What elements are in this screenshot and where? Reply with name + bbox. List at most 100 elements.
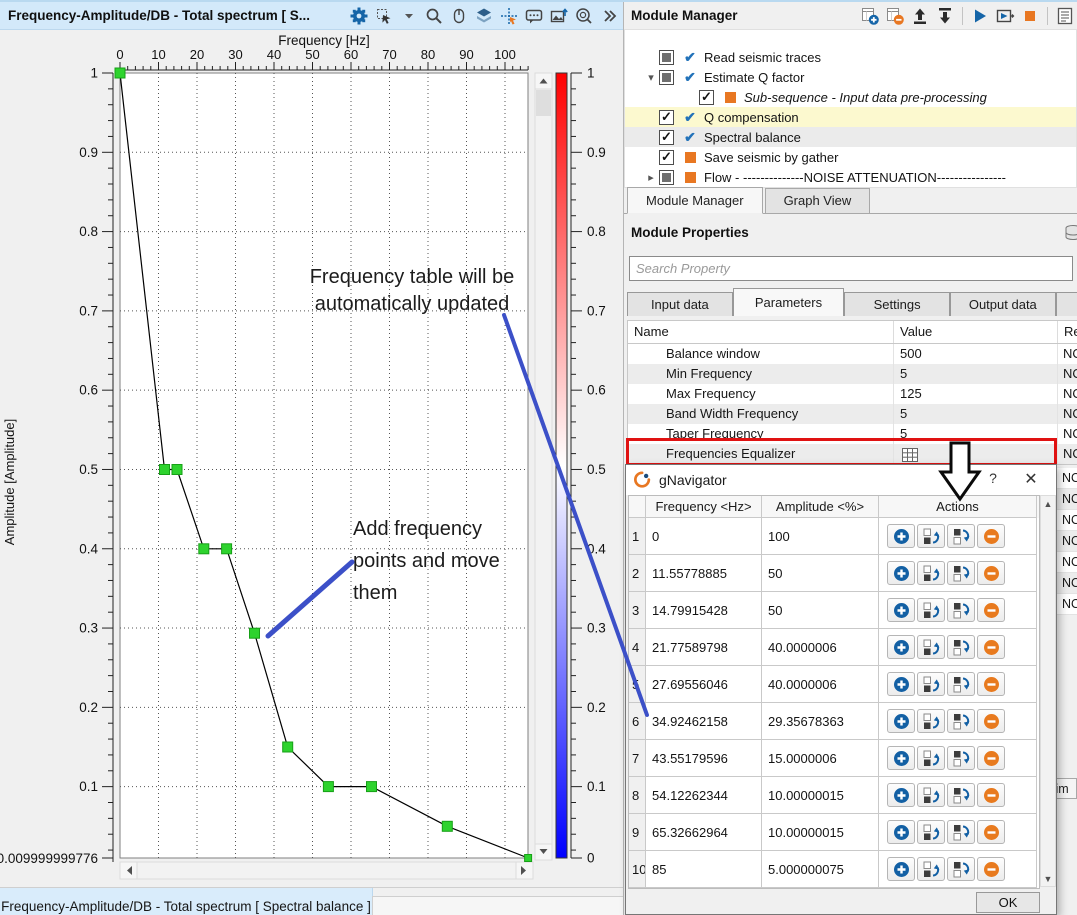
- move-row-down-button[interactable]: [947, 820, 975, 844]
- amplitude-cell[interactable]: 15.0000006: [762, 740, 879, 777]
- move-row-down-button[interactable]: [947, 709, 975, 733]
- add-row-button[interactable]: [887, 672, 915, 696]
- add-row-button[interactable]: [887, 524, 915, 548]
- delete-row-button[interactable]: [977, 635, 1005, 659]
- parameter-value[interactable]: 125: [894, 384, 1058, 404]
- frequency-point-marker[interactable]: [222, 544, 232, 554]
- stop-icon[interactable]: [1020, 6, 1040, 26]
- tree-expander-icon[interactable]: ▾: [643, 71, 659, 84]
- move-row-down-button[interactable]: [947, 635, 975, 659]
- parameter-row[interactable]: Band Width Frequency 5NO: [628, 404, 1077, 424]
- ok-button[interactable]: OK: [976, 892, 1040, 913]
- module-tree-item[interactable]: ▸Flow - --------------NOISE ATTENUATION-…: [625, 167, 1076, 187]
- select-region-icon[interactable]: [374, 6, 394, 26]
- delete-row-button[interactable]: [977, 524, 1005, 548]
- amplitude-cell[interactable]: 10.00000015: [762, 777, 879, 814]
- tab-graph-view[interactable]: Graph View: [765, 188, 871, 213]
- scroll-up-icon[interactable]: ▲: [1041, 496, 1055, 511]
- run-icon[interactable]: [970, 6, 990, 26]
- module-enabled-checkbox[interactable]: [659, 70, 674, 85]
- frequency-point-marker[interactable]: [367, 782, 377, 792]
- parameter-row[interactable]: Balance window 500NO: [628, 344, 1077, 364]
- overflow-chevron-icon[interactable]: [599, 6, 619, 26]
- module-tree-item[interactable]: ✔Q compensation: [625, 107, 1076, 127]
- move-row-up-button[interactable]: [917, 635, 945, 659]
- crosshair-icon[interactable]: [499, 6, 519, 26]
- module-enabled-checkbox[interactable]: [659, 50, 674, 65]
- run-flow-icon[interactable]: [995, 6, 1015, 26]
- frequency-point-marker[interactable]: [160, 465, 170, 475]
- move-row-up-button[interactable]: [917, 672, 945, 696]
- frequency-cell[interactable]: 14.79915428: [646, 592, 762, 629]
- module-tree-item[interactable]: ✔Spectral balance: [625, 127, 1076, 147]
- frequency-point-marker[interactable]: [250, 628, 260, 638]
- frequency-point-marker[interactable]: [172, 465, 182, 475]
- parameter-value[interactable]: 5: [894, 424, 1058, 444]
- frequency-cell[interactable]: 27.69556046: [646, 666, 762, 703]
- tab-output-data[interactable]: Output data: [950, 292, 1056, 316]
- column-header[interactable]: Re: [1058, 321, 1077, 343]
- column-header[interactable]: Actions: [879, 496, 1037, 518]
- amplitude-cell[interactable]: 40.0000006: [762, 629, 879, 666]
- add-module-icon[interactable]: [860, 6, 880, 26]
- scroll-down-icon[interactable]: ▼: [1041, 871, 1055, 886]
- gear-icon[interactable]: [349, 6, 369, 26]
- delete-row-button[interactable]: [977, 820, 1005, 844]
- add-row-button[interactable]: [887, 820, 915, 844]
- spectrum-bottom-tab[interactable]: Frequency-Amplitude/DB - Total spectrum …: [0, 888, 373, 915]
- tab-parameters[interactable]: Parameters: [733, 288, 845, 316]
- parameter-row[interactable]: Frequencies EqualizerNO: [628, 444, 1077, 464]
- add-row-button[interactable]: [887, 783, 915, 807]
- parameter-row[interactable]: Min Frequency 5NO: [628, 364, 1077, 384]
- module-enabled-checkbox[interactable]: [659, 110, 674, 125]
- move-row-down-button[interactable]: [947, 598, 975, 622]
- move-row-up-button[interactable]: [917, 820, 945, 844]
- export-image-icon[interactable]: [549, 6, 569, 26]
- frequency-point-marker[interactable]: [323, 782, 333, 792]
- gnavigator-titlebar[interactable]: gNavigator ? ✕: [626, 465, 1056, 495]
- frequency-point-marker[interactable]: [525, 855, 532, 862]
- database-icon[interactable]: [1063, 223, 1077, 243]
- add-row-button[interactable]: [887, 598, 915, 622]
- parameter-value[interactable]: 500: [894, 344, 1058, 364]
- module-tree-item[interactable]: Save seismic by gather: [625, 147, 1076, 167]
- zoom-icon[interactable]: [424, 6, 444, 26]
- amplitude-cell[interactable]: 100: [762, 518, 879, 555]
- add-row-button[interactable]: [887, 709, 915, 733]
- frequency-point-marker[interactable]: [199, 544, 209, 554]
- move-row-up-button[interactable]: [917, 598, 945, 622]
- parameter-value[interactable]: 5: [894, 404, 1058, 424]
- tab-input-data[interactable]: Input data: [627, 292, 733, 316]
- report-icon[interactable]: [1055, 6, 1075, 26]
- move-row-down-button[interactable]: [947, 746, 975, 770]
- move-row-up-button[interactable]: [917, 857, 945, 881]
- module-enabled-checkbox[interactable]: [659, 170, 674, 185]
- move-row-down-button[interactable]: [947, 672, 975, 696]
- delete-row-button[interactable]: [977, 783, 1005, 807]
- help-button[interactable]: ?: [982, 470, 1004, 490]
- delete-row-button[interactable]: [977, 857, 1005, 881]
- amplitude-cell[interactable]: 29.35678363: [762, 703, 879, 740]
- move-row-up-button[interactable]: [917, 524, 945, 548]
- add-row-button[interactable]: [887, 857, 915, 881]
- module-tree-item[interactable]: ✔Read seismic traces: [625, 47, 1076, 67]
- move-up-icon[interactable]: [910, 6, 930, 26]
- add-row-button[interactable]: [887, 635, 915, 659]
- close-icon[interactable]: ✕: [1018, 468, 1044, 492]
- add-row-button[interactable]: [887, 561, 915, 585]
- frequency-cell[interactable]: 54.12262344: [646, 777, 762, 814]
- delete-row-button[interactable]: [977, 672, 1005, 696]
- table-grid-icon[interactable]: [900, 446, 920, 464]
- layers-icon[interactable]: [474, 6, 494, 26]
- frequency-cell[interactable]: 43.55179596: [646, 740, 762, 777]
- column-header[interactable]: Frequency <Hz>: [646, 496, 762, 518]
- amplitude-cell[interactable]: 10.00000015: [762, 814, 879, 851]
- parameter-value[interactable]: 5: [894, 364, 1058, 384]
- add-row-button[interactable]: [887, 746, 915, 770]
- module-enabled-checkbox[interactable]: [699, 90, 714, 105]
- mouse-icon[interactable]: [449, 6, 469, 26]
- frequency-cell[interactable]: 0: [646, 518, 762, 555]
- tab-module-manager[interactable]: Module Manager: [627, 187, 763, 214]
- delete-row-button[interactable]: [977, 746, 1005, 770]
- move-row-down-button[interactable]: [947, 783, 975, 807]
